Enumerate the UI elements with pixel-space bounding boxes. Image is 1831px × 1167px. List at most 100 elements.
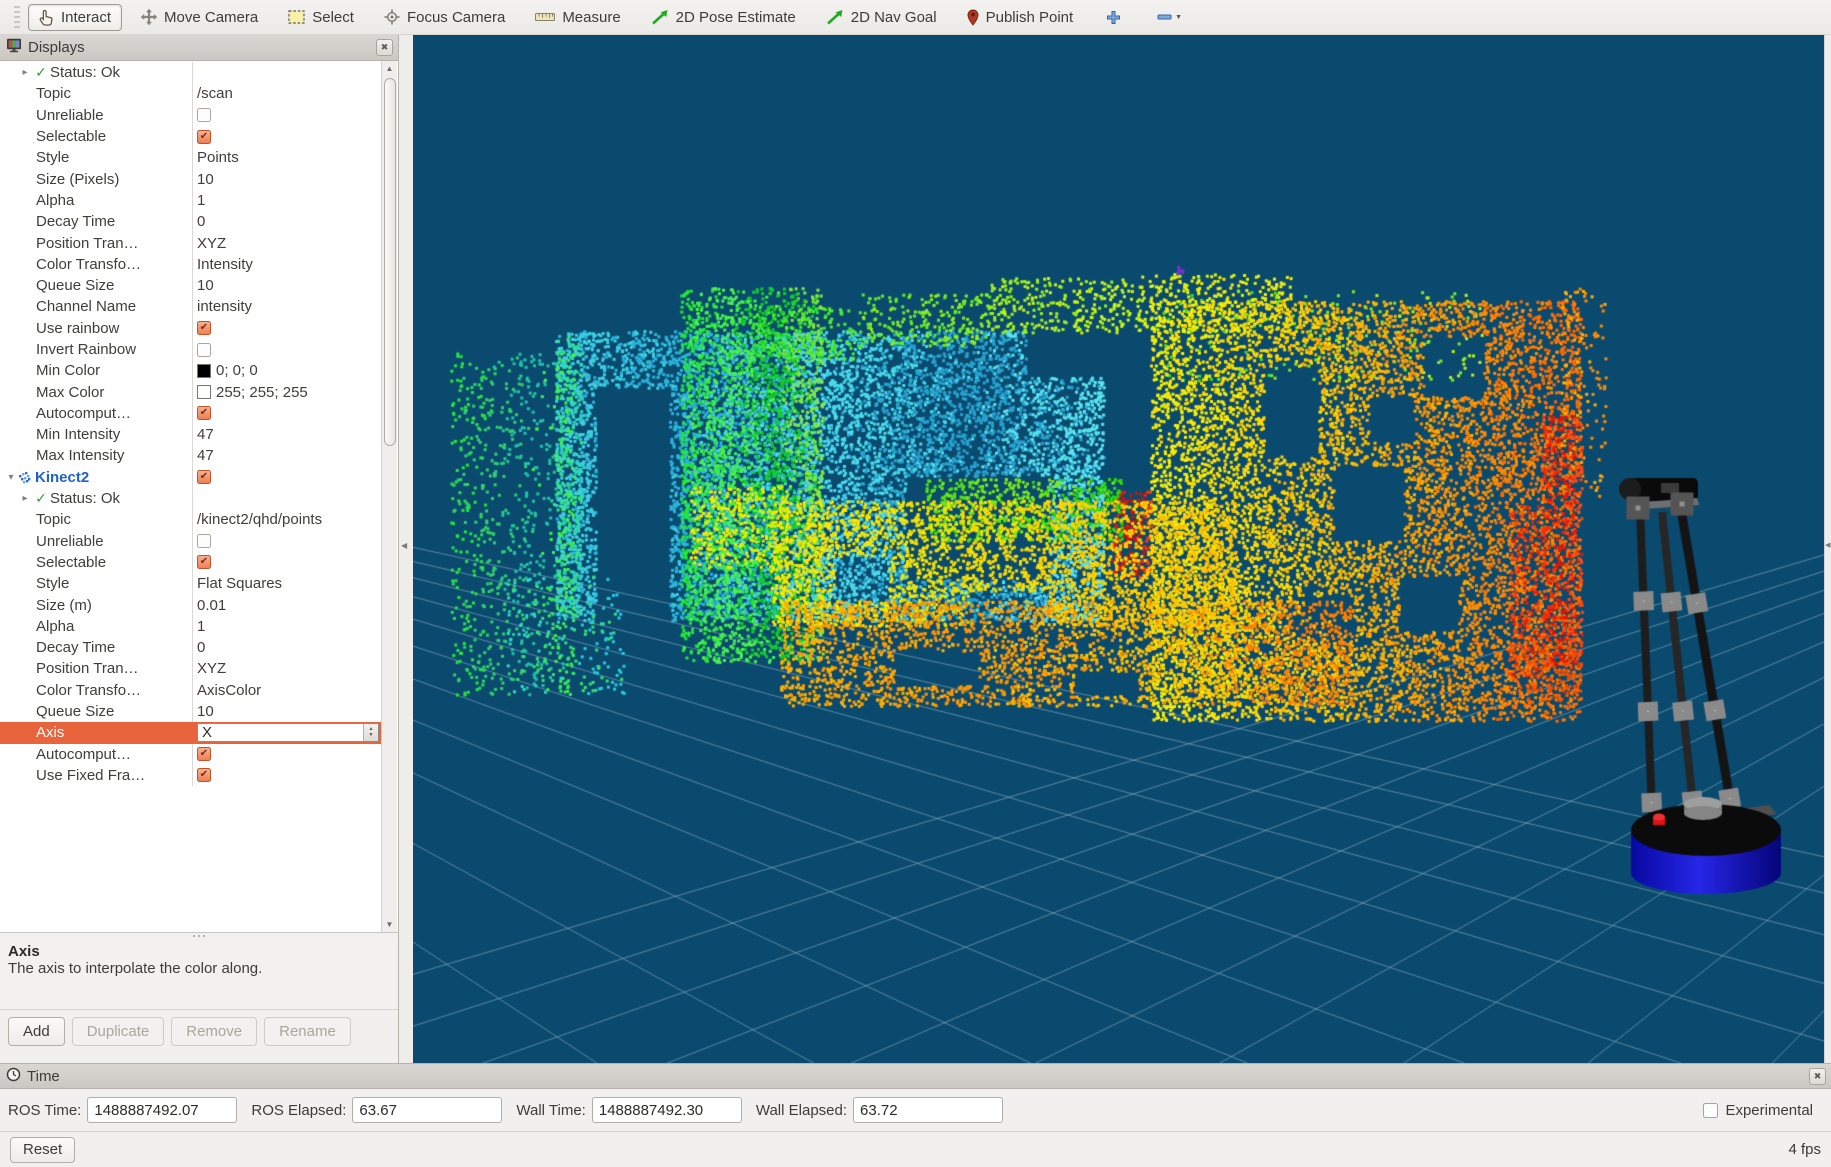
displays-panel-header[interactable]: Displays ✖ [0,35,398,61]
property-value[interactable]: intensity [197,298,252,315]
property-value[interactable]: 255; 255; 255 [216,384,308,401]
toolbar-drag-handle[interactable] [14,6,20,28]
reset-button[interactable]: Reset [10,1137,75,1163]
tree-row[interactable]: Min Color0; 0; 0 [0,360,381,381]
tree-row[interactable]: Unreliable [0,105,381,126]
wall-elapsed-input[interactable] [853,1097,1003,1123]
scroll-down-icon[interactable]: ▼ [382,917,397,932]
property-value[interactable]: 1 [197,192,205,209]
tool-select[interactable]: Select [277,4,365,31]
color-swatch[interactable] [197,385,211,399]
property-value[interactable]: /kinect2/qhd/points [197,511,322,528]
add-button[interactable]: Add [8,1017,65,1046]
property-value[interactable]: Points [197,149,239,166]
expander-icon[interactable]: ▸ [18,493,32,504]
property-tree[interactable]: ▸✓Status: OkTopic/scanUnreliableSelectab… [0,61,398,932]
tree-row[interactable]: Queue Size10 [0,275,381,296]
tree-row[interactable]: Alpha1 [0,616,381,637]
property-value[interactable]: 0.01 [197,597,226,614]
tree-scrollbar[interactable]: ▲ ▼ [381,61,397,932]
property-checkbox[interactable]: ✔ [197,470,211,484]
property-value[interactable]: 10 [197,171,214,188]
wall-time-input[interactable] [592,1097,742,1123]
ros-time-input[interactable] [87,1097,237,1123]
displays-close-button[interactable]: ✖ [376,39,393,56]
property-checkbox[interactable]: ✔ [197,406,211,420]
experimental-checkbox[interactable] [1703,1103,1718,1118]
tool-2d-pose-estimate[interactable]: 2D Pose Estimate [640,4,807,31]
property-checkbox[interactable]: ✔ [197,747,211,761]
tool-publish-point[interactable]: Publish Point [956,4,1085,31]
scrollbar-thumb[interactable] [384,78,396,446]
time-close-button[interactable]: ✖ [1809,1068,1826,1085]
expander-icon[interactable]: ▾ [4,472,18,483]
tree-row[interactable]: Autocomput…✔ [0,744,381,765]
tool-measure[interactable]: Measure [524,4,631,31]
property-checkbox[interactable]: ✔ [197,555,211,569]
property-value[interactable]: AxisColor [197,682,261,699]
tree-row[interactable]: AxisX▲▼ [0,722,381,743]
property-value[interactable]: 0 [197,213,205,230]
tree-row[interactable]: Topic/scan [0,83,381,104]
property-checkbox[interactable]: ✔ [197,768,211,782]
collapse-left-icon[interactable]: ◀ [401,541,407,550]
add-tool-button[interactable] [1098,6,1129,29]
tree-row[interactable]: Topic/kinect2/qhd/points [0,509,381,530]
property-value[interactable]: /scan [197,85,233,102]
tree-row[interactable]: Alpha1 [0,190,381,211]
tree-row[interactable]: Color Transfo…Intensity [0,254,381,275]
axis-combobox[interactable]: X▲▼ [197,723,379,742]
right-splitter[interactable]: ◀ [1824,35,1831,1063]
property-value[interactable]: Flat Squares [197,575,282,592]
left-splitter[interactable]: ◀ [399,35,413,1063]
property-checkbox[interactable]: ✔ [197,321,211,335]
tree-row[interactable]: Use rainbow✔ [0,318,381,339]
tree-row[interactable]: Max Intensity47 [0,445,381,466]
property-value[interactable]: XYZ [197,235,226,252]
property-value[interactable]: 47 [197,426,214,443]
tree-row[interactable]: Queue Size10 [0,701,381,722]
property-checkbox[interactable] [197,534,211,548]
property-checkbox[interactable] [197,343,211,357]
property-checkbox[interactable] [197,108,211,122]
scroll-up-icon[interactable]: ▲ [382,61,397,76]
remove-tool-button[interactable]: ▼ [1149,9,1190,25]
property-value[interactable]: 10 [197,277,214,294]
property-checkbox[interactable]: ✔ [197,130,211,144]
property-value[interactable]: 47 [197,447,214,464]
tree-row[interactable]: ▸✓Status: Ok [0,62,381,83]
ros-elapsed-input[interactable] [352,1097,502,1123]
tree-row[interactable]: Position Tran…XYZ [0,658,381,679]
property-value[interactable]: Intensity [197,256,253,273]
tree-row[interactable]: Autocomput…✔ [0,403,381,424]
expander-icon[interactable]: ▸ [18,67,32,78]
tool-focus-camera[interactable]: Focus Camera [373,4,516,31]
tree-row[interactable]: Color Transfo…AxisColor [0,680,381,701]
tree-row[interactable]: Unreliable [0,531,381,552]
tree-row[interactable]: Size (Pixels)10 [0,168,381,189]
tree-row[interactable]: Use Fixed Fra…✔ [0,765,381,786]
tree-row[interactable]: ▸✓Status: Ok [0,488,381,509]
property-value[interactable]: 0; 0; 0 [216,362,258,379]
tree-row[interactable]: Position Tran…XYZ [0,232,381,253]
tool-interact[interactable]: Interact [28,4,122,31]
collapse-right-icon[interactable]: ◀ [1825,541,1830,549]
viewport-3d[interactable] [413,35,1824,1063]
tree-row[interactable]: Invert Rainbow [0,339,381,360]
tree-row[interactable]: Channel Nameintensity [0,296,381,317]
tree-row[interactable]: ▾Kinect2✔ [0,467,381,488]
color-swatch[interactable] [197,364,211,378]
tree-row[interactable]: Size (m)0.01 [0,594,381,615]
property-value[interactable]: 10 [197,703,214,720]
tree-row[interactable]: Decay Time0 [0,637,381,658]
tree-row[interactable]: StyleFlat Squares [0,573,381,594]
tree-row[interactable]: StylePoints [0,147,381,168]
tree-row[interactable]: Max Color255; 255; 255 [0,381,381,402]
tool-move-camera[interactable]: Move Camera [130,4,269,31]
tree-row[interactable]: Selectable✔ [0,126,381,147]
tool-2d-nav-goal[interactable]: 2D Nav Goal [815,4,948,31]
property-value[interactable]: 1 [197,618,205,635]
tree-row[interactable]: Selectable✔ [0,552,381,573]
time-panel-header[interactable]: Time ✖ [0,1063,1831,1089]
tree-row[interactable]: Min Intensity47 [0,424,381,445]
